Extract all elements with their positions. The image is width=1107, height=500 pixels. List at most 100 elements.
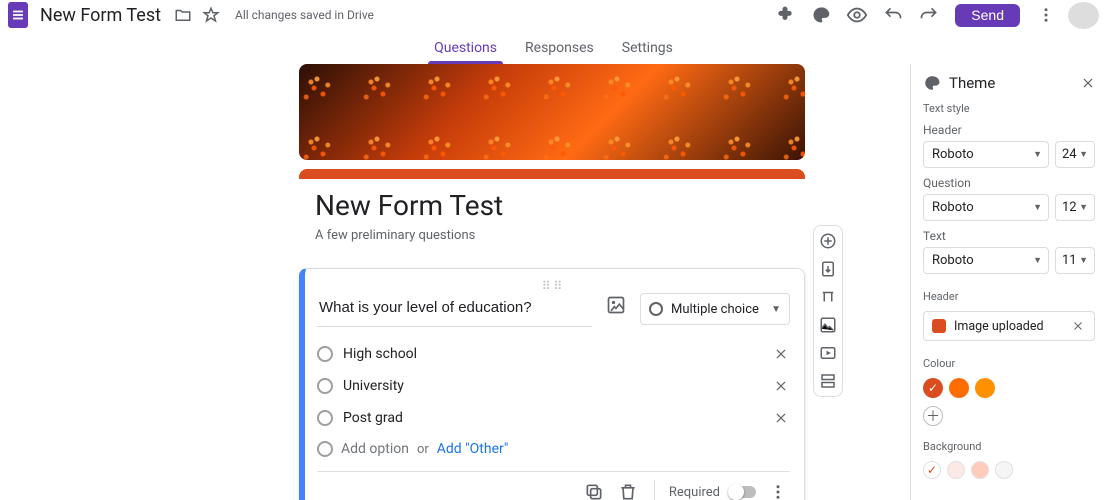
question-size-select[interactable]: 12▼ (1055, 194, 1095, 221)
background-swatch[interactable] (971, 461, 989, 479)
tab-questions[interactable]: Questions (428, 36, 503, 64)
close-icon[interactable] (1081, 76, 1095, 90)
send-button[interactable]: Send (955, 4, 1020, 27)
question-footer: Required (317, 471, 790, 500)
header-size-select[interactable]: 24▼ (1055, 141, 1095, 168)
text-font-label: Text (923, 229, 1095, 243)
chevron-down-icon: ▼ (1033, 149, 1042, 160)
add-question-icon[interactable] (819, 232, 837, 250)
form-title-text[interactable]: New Form Test (315, 189, 789, 222)
colour-swatch[interactable] (975, 378, 995, 398)
chevron-down-icon: ▼ (1079, 255, 1088, 266)
radio-icon (317, 378, 333, 394)
radio-icon (317, 410, 333, 426)
app-header: New Form Test All changes saved in Drive… (0, 0, 1107, 30)
colour-swatch[interactable] (949, 378, 969, 398)
remove-header-image-icon[interactable] (1070, 318, 1086, 334)
forms-logo-icon[interactable] (8, 2, 28, 28)
theme-panel-header: Theme (923, 74, 1095, 92)
header-font-select[interactable]: Roboto▼ (923, 141, 1049, 168)
remove-option-icon[interactable] (772, 377, 790, 395)
form-canvas: New Form Test A few preliminary question… (0, 64, 910, 500)
background-swatch[interactable] (947, 461, 965, 479)
text-style-section-label: Text style (923, 102, 1095, 115)
background-swatch[interactable] (923, 461, 941, 479)
question-more-icon[interactable] (766, 480, 790, 500)
background-swatch[interactable] (995, 461, 1013, 479)
colour-swatch[interactable] (923, 378, 943, 398)
autosave-status: All changes saved in Drive (235, 8, 374, 22)
divider (654, 480, 655, 500)
customize-theme-icon[interactable] (805, 0, 837, 31)
add-image-icon[interactable] (819, 316, 837, 334)
title-card[interactable]: New Form Test A few preliminary question… (299, 169, 805, 259)
remove-option-icon[interactable] (772, 409, 790, 427)
question-font-select[interactable]: Roboto▼ (923, 194, 1049, 221)
question-type-label: Multiple choice (671, 302, 759, 317)
duplicate-icon[interactable] (582, 480, 606, 500)
chevron-down-icon: ▼ (771, 304, 781, 315)
theme-title: Theme (949, 74, 995, 92)
account-avatar[interactable] (1068, 2, 1099, 29)
move-to-folder-icon[interactable] (173, 5, 193, 25)
header-image-section-label: Header (923, 290, 1095, 303)
image-thumb-icon (932, 319, 946, 333)
option-row[interactable]: Post grad (317, 409, 790, 427)
floating-toolbar (813, 225, 843, 397)
add-section-icon[interactable] (819, 372, 837, 390)
option-row[interactable]: High school (317, 345, 790, 363)
background-swatches (923, 461, 1095, 479)
add-other-link[interactable]: Add "Other" (437, 441, 509, 457)
text-font-select[interactable]: Roboto▼ (923, 247, 1049, 274)
chevron-down-icon: ▼ (1033, 255, 1042, 266)
tab-responses[interactable]: Responses (519, 36, 600, 64)
image-uploaded-label: Image uploaded (954, 319, 1044, 334)
undo-icon[interactable] (877, 0, 909, 31)
editor-tabs: Questions Responses Settings (0, 30, 1107, 64)
form-title[interactable]: New Form Test (40, 5, 161, 26)
add-option-text[interactable]: Add option (341, 441, 409, 457)
option-text[interactable]: High school (343, 346, 417, 362)
option-text[interactable]: Post grad (343, 410, 403, 426)
radio-icon (317, 441, 333, 457)
required-toggle[interactable] (730, 486, 756, 498)
question-card[interactable]: ⠿⠿ Multiple choice ▼ High school (299, 268, 805, 500)
chevron-down-icon: ▼ (1033, 202, 1042, 213)
remove-option-icon[interactable] (772, 345, 790, 363)
add-option-row: Add option or Add "Other" (317, 441, 790, 457)
add-title-icon[interactable] (819, 288, 837, 306)
option-text[interactable]: University (343, 378, 404, 394)
header-image-chip: Image uploaded (923, 311, 1095, 341)
chevron-down-icon: ▼ (1079, 202, 1088, 213)
radio-icon (317, 346, 333, 362)
import-questions-icon[interactable] (819, 260, 837, 278)
redo-icon[interactable] (913, 0, 945, 31)
background-section-label: Background (923, 440, 1095, 453)
add-video-icon[interactable] (819, 344, 837, 362)
question-font-label: Question (923, 176, 1095, 190)
required-label: Required (669, 485, 720, 500)
text-size-select[interactable]: 11▼ (1055, 247, 1095, 274)
chevron-down-icon: ▼ (1079, 149, 1088, 160)
addon-icon[interactable] (769, 0, 801, 31)
question-text-input[interactable] (317, 293, 592, 327)
palette-icon (923, 74, 941, 92)
delete-icon[interactable] (616, 480, 640, 500)
theme-panel: Theme Text style Header Roboto▼ 24▼ Ques… (910, 64, 1107, 500)
colour-swatches (923, 378, 1095, 398)
form-description-text[interactable]: A few preliminary questions (315, 228, 789, 243)
add-image-to-question-icon[interactable] (604, 293, 628, 317)
tab-settings[interactable]: Settings (616, 36, 679, 64)
or-label: or (417, 442, 429, 457)
more-menu-icon[interactable] (1030, 0, 1062, 31)
option-row[interactable]: University (317, 377, 790, 395)
options-list: High school University Post grad (317, 345, 790, 457)
header-image[interactable] (299, 64, 805, 160)
preview-icon[interactable] (841, 0, 873, 31)
add-custom-colour-icon[interactable]: ＋ (923, 406, 943, 426)
colour-section-label: Colour (923, 357, 1095, 370)
drag-handle-icon[interactable]: ⠿⠿ (317, 279, 790, 289)
star-icon[interactable] (201, 5, 221, 25)
radio-icon (649, 302, 663, 316)
question-type-select[interactable]: Multiple choice ▼ (640, 293, 790, 325)
